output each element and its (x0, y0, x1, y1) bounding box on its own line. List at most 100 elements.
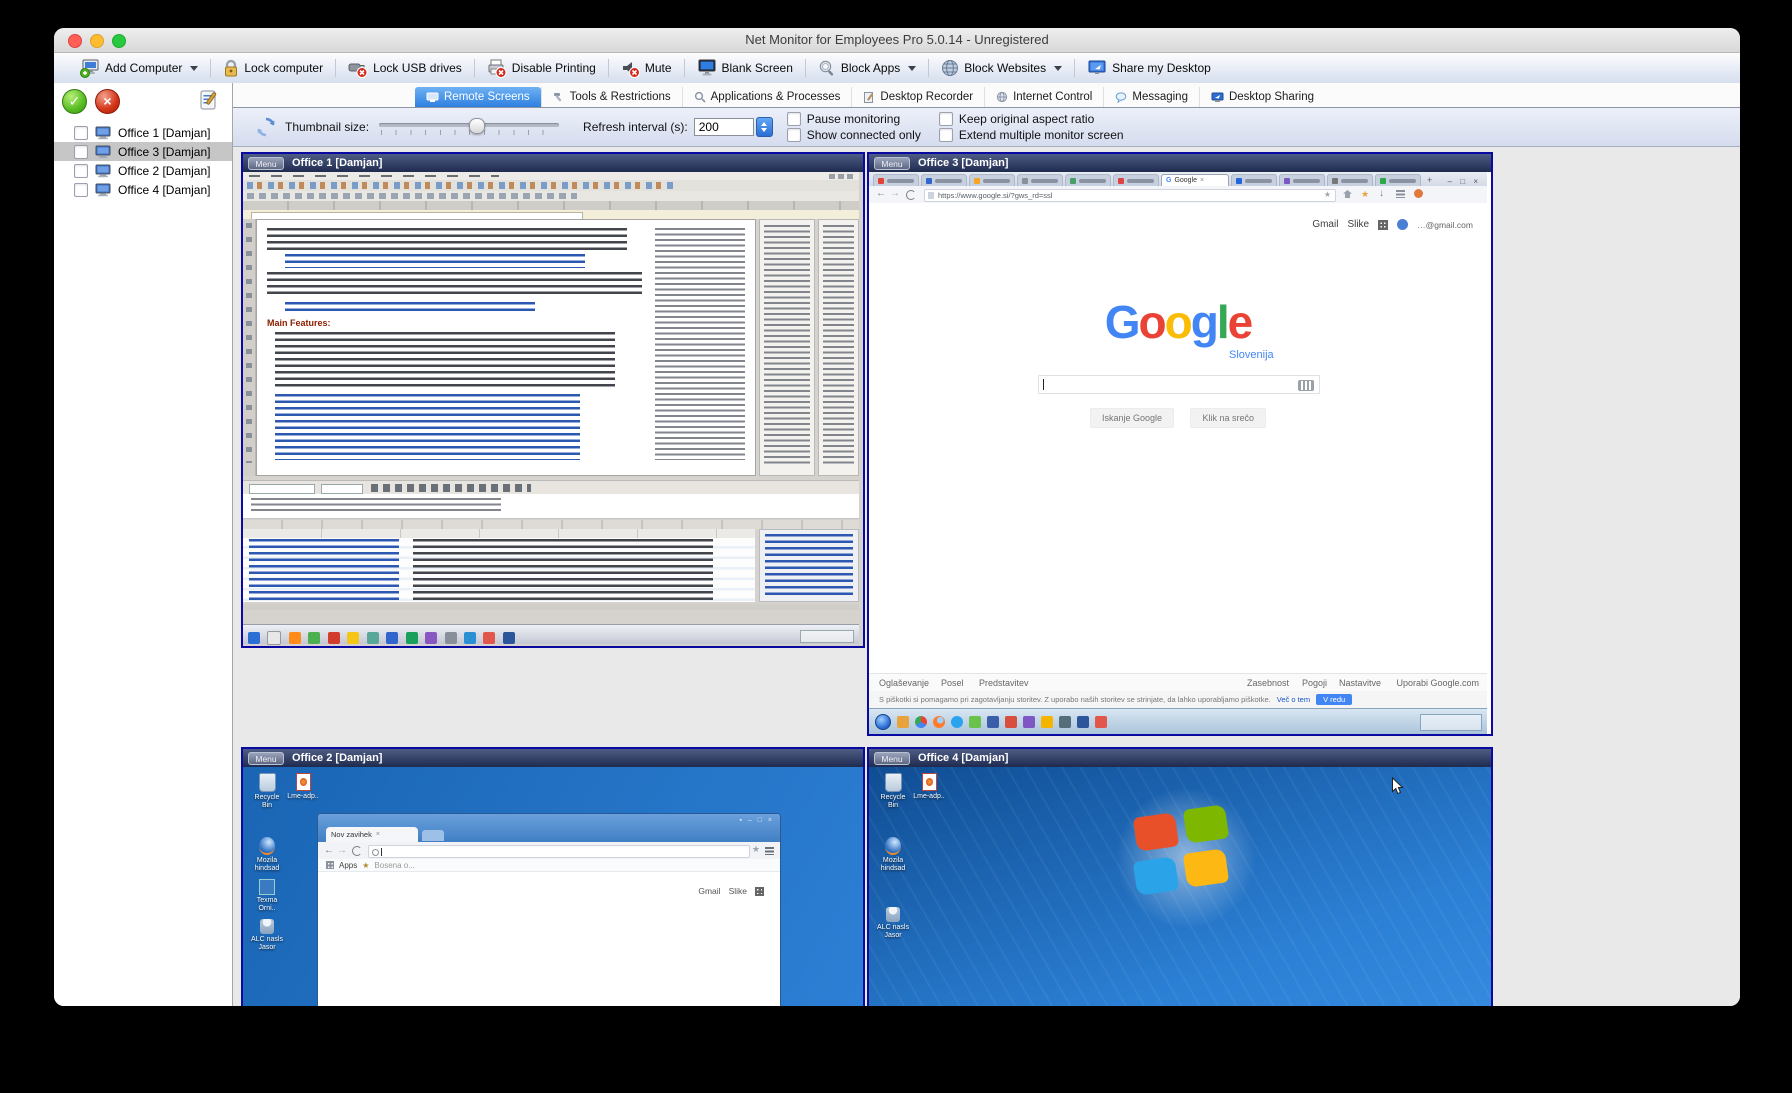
footer-link[interactable]: Nastavitve (1339, 678, 1381, 688)
pause-monitoring-checkbox[interactable] (787, 112, 801, 126)
browser-tab[interactable] (1327, 174, 1373, 186)
menu-icon[interactable] (765, 847, 774, 855)
lock-usb-button[interactable]: Lock USB drives (336, 55, 474, 81)
address-bar[interactable] (368, 845, 750, 858)
tab-applications-processes[interactable]: Applications & Processes (682, 87, 852, 107)
footer-link[interactable]: Pogoji (1302, 678, 1327, 688)
office2-browser-window[interactable]: ▪ – □ × Nov zavihek × ← → (317, 813, 781, 1006)
computer-checkbox[interactable] (74, 145, 88, 159)
browser-tab[interactable] (1017, 174, 1063, 186)
extend-monitor-checkbox[interactable] (939, 128, 953, 142)
accept-button[interactable]: ✓ (62, 89, 87, 114)
back-icon[interactable]: ← (876, 187, 886, 201)
desktop-icon-alc[interactable]: ALC nasls Jasor (875, 907, 911, 940)
browser-tab-active[interactable]: Nov zavihek × (326, 827, 418, 842)
start-button[interactable] (875, 714, 891, 730)
images-link[interactable]: Slike (729, 886, 747, 896)
computer-row-office3[interactable]: Office 3 [Damjan] (54, 142, 232, 161)
gmail-link[interactable]: Gmail (1312, 219, 1338, 230)
apps-grid-icon[interactable] (755, 887, 764, 896)
refresh-interval-input[interactable] (694, 118, 754, 136)
office2-screen[interactable]: Recycle Bin Lme-adp.. Mozila hindsad (243, 767, 863, 1006)
mute-button[interactable]: Mute (609, 55, 684, 81)
footer-link[interactable]: Oglaševanje (879, 678, 929, 688)
edit-list-icon[interactable] (199, 89, 220, 111)
close-tab-icon[interactable]: × (376, 831, 380, 838)
apps-label[interactable]: Apps (339, 861, 357, 870)
pause-monitoring-option[interactable]: Pause monitoring (787, 112, 921, 126)
reload-icon[interactable] (352, 846, 362, 856)
thumbnail-menu-button[interactable]: Menu (248, 752, 284, 765)
download-icon[interactable]: ↓ (1379, 187, 1384, 201)
share-desktop-button[interactable]: Share my Desktop (1075, 55, 1223, 81)
computer-checkbox[interactable] (74, 164, 88, 178)
extend-monitor-option[interactable]: Extend multiple monitor screen (939, 128, 1124, 142)
google-search-button[interactable]: Iskanje Google (1090, 408, 1174, 428)
browser-tab-active[interactable]: G Google × (1161, 174, 1229, 186)
computer-checkbox[interactable] (74, 126, 88, 140)
computer-row-office4[interactable]: Office 4 [Damjan] (54, 180, 232, 199)
tab-messaging[interactable]: Messaging (1103, 87, 1199, 107)
footer-link[interactable]: Posel (941, 678, 964, 688)
footer-link[interactable]: Predstavitev (979, 678, 1029, 688)
desktop-icon-lmeadp[interactable]: Lme-adp.. (911, 773, 947, 801)
tab-desktop-recorder[interactable]: Desktop Recorder (851, 87, 984, 107)
bookmark-star-icon[interactable]: ★ (362, 861, 369, 870)
menu-icon[interactable] (1396, 190, 1405, 198)
thumbnail-menu-button[interactable]: Menu (874, 752, 910, 765)
thumbnail-office2[interactable]: Menu Office 2 [Damjan] Recycle Bin Lme-a… (241, 747, 865, 1006)
thumbnail-menu-button[interactable]: Menu (248, 157, 284, 170)
thumbnail-office3[interactable]: Menu Office 3 [Damjan] (867, 152, 1493, 736)
reload-icon[interactable] (906, 190, 916, 200)
desktop-icon-mozila[interactable]: Mozila hindsad (249, 837, 285, 873)
keyboard-icon[interactable] (1298, 380, 1314, 391)
close-tab-icon[interactable]: × (1200, 177, 1204, 184)
browser-tab[interactable] (1279, 174, 1325, 186)
browser-tab[interactable] (1113, 174, 1159, 186)
desktop-icon-alc[interactable]: ALC nasls Jasor (249, 919, 285, 952)
profile-icon[interactable] (1414, 189, 1423, 198)
images-link[interactable]: Slike (1347, 219, 1369, 230)
tab-remote-screens[interactable]: Remote Screens (415, 87, 541, 107)
new-tab-button[interactable]: + (1427, 175, 1432, 185)
apps-grid-icon[interactable] (1378, 220, 1388, 230)
office3-screen[interactable]: G Google × + – □ × (869, 172, 1491, 734)
reject-button[interactable]: × (95, 89, 120, 114)
block-apps-button[interactable]: Block Apps (806, 55, 928, 81)
thumbnail-office4[interactable]: Menu Office 4 [Damjan] Recycle Bin Lme-a… (867, 747, 1493, 1006)
slider-thumb[interactable] (469, 118, 485, 134)
back-icon[interactable]: ← (324, 844, 334, 858)
google-search-input[interactable] (1038, 375, 1320, 394)
browser-tab[interactable] (1231, 174, 1277, 186)
footer-link[interactable]: Uporabi Google.com (1396, 678, 1479, 688)
tab-internet-control[interactable]: Internet Control (984, 87, 1103, 107)
home-icon[interactable] (1343, 190, 1352, 198)
bookmark-label[interactable]: Bosena o... (374, 861, 414, 870)
show-connected-option[interactable]: Show connected only (787, 128, 921, 142)
block-websites-button[interactable]: Block Websites (929, 55, 1074, 81)
gmail-link[interactable]: Gmail (698, 886, 720, 896)
bookmark-star-icon[interactable]: ★ (752, 844, 760, 855)
thumbnail-size-slider[interactable] (379, 118, 559, 136)
forward-icon[interactable]: → (337, 844, 347, 858)
desktop-icon-recycle-bin[interactable]: Recycle Bin (875, 773, 911, 810)
tab-desktop-sharing[interactable]: Desktop Sharing (1199, 87, 1325, 107)
computer-row-office2[interactable]: Office 2 [Damjan] (54, 161, 232, 180)
show-connected-checkbox[interactable] (787, 128, 801, 142)
keep-aspect-checkbox[interactable] (939, 112, 953, 126)
desktop-icon-mozila[interactable]: Mozila hindsad (875, 837, 911, 873)
footer-link[interactable]: Zasebnost (1247, 678, 1289, 688)
desktop-icon-texma[interactable]: Texma Orni.. (249, 879, 285, 913)
browser-tab[interactable] (1065, 174, 1111, 186)
thumbnail-menu-button[interactable]: Menu (874, 157, 910, 170)
disable-printing-button[interactable]: Disable Printing (475, 55, 608, 81)
window-controls[interactable]: ▪ – □ × (739, 817, 774, 824)
office4-screen[interactable]: Recycle Bin Lme-adp.. Mozila hindsad (869, 767, 1491, 1006)
lock-computer-button[interactable]: Lock computer (211, 55, 335, 81)
browser-tab[interactable] (969, 174, 1015, 186)
refresh-icon[interactable] (255, 116, 277, 138)
apps-grid-icon[interactable] (326, 861, 334, 869)
tab-tools-restrictions[interactable]: Tools & Restrictions (541, 87, 682, 107)
address-bar[interactable]: https://www.google.si/?gws_rd=ssl ★ (924, 189, 1336, 202)
computer-row-office1[interactable]: Office 1 [Damjan] (54, 123, 232, 142)
